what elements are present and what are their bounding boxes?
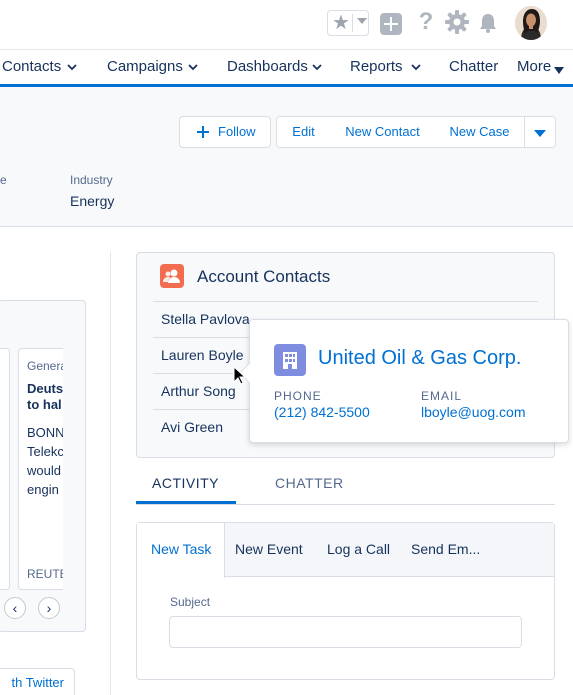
tab-chatter[interactable]: CHATTER	[275, 475, 344, 491]
help-icon[interactable]: ?	[413, 9, 439, 35]
avatar[interactable]	[515, 6, 547, 40]
tab-bar: ACTIVITY CHATTER	[136, 467, 555, 505]
email-label: EMAIL	[421, 389, 463, 403]
field-label-partial: e	[0, 173, 7, 187]
caret-down-icon	[534, 130, 546, 137]
star-icon[interactable]: ★	[332, 12, 350, 34]
nav-item-reports[interactable]: Reports	[350, 58, 403, 75]
plus-icon[interactable]	[380, 13, 402, 35]
plus-icon	[197, 126, 209, 138]
global-header: ★ ?	[0, 0, 573, 49]
sign-in-with-twitter-button[interactable]: th Twitter	[0, 668, 75, 695]
bell-icon[interactable]	[476, 11, 502, 37]
tab-new-event[interactable]: New Event	[235, 541, 303, 557]
next-button[interactable]: ›	[38, 597, 60, 619]
subject-input[interactable]	[169, 616, 522, 648]
nav-item-contacts[interactable]: Contacts	[2, 58, 61, 75]
news-card[interactable]: Genera Deutsto hal BONN Telekc would eng…	[18, 348, 63, 590]
news-body: BONN Telekc would engin	[27, 423, 63, 499]
account-name-link[interactable]: United Oil & Gas Corp.	[318, 347, 521, 370]
contact-name[interactable]: Stella Pavlova	[161, 311, 250, 327]
industry-value: Energy	[70, 193, 115, 209]
account-contacts-title[interactable]: Account Contacts	[197, 267, 330, 287]
contact-name[interactable]: Lauren Boyle	[161, 347, 244, 363]
mouse-cursor-icon	[233, 366, 247, 385]
tab-activity[interactable]: ACTIVITY	[152, 475, 219, 491]
composer-tab-bar: New Task New Event Log a Call Send Em...	[137, 523, 554, 578]
news-body-line: engin	[27, 482, 59, 497]
new-case-button[interactable]: New Case	[435, 116, 525, 148]
chevron-down-icon[interactable]	[312, 62, 322, 72]
news-title[interactable]: Deuts to hal	[27, 381, 63, 413]
news-body-line: BONN	[27, 425, 63, 440]
email-link[interactable]: lboyle@uog.com	[421, 404, 526, 420]
follow-button[interactable]: Follow	[179, 116, 271, 148]
account-hover-popover	[249, 319, 569, 443]
news-card[interactable]	[0, 348, 10, 590]
previous-button[interactable]: ‹	[4, 597, 26, 619]
follow-label: Follow	[218, 124, 256, 139]
new-contact-button[interactable]: New Contact	[330, 116, 436, 148]
favorites-button[interactable]: ★	[327, 10, 369, 36]
more-actions-button[interactable]	[524, 116, 556, 148]
account-icon	[274, 344, 306, 376]
news-source: REUTE	[27, 567, 63, 581]
chevron-down-icon[interactable]	[188, 62, 198, 72]
edit-button[interactable]: Edit	[276, 116, 331, 148]
chevron-down-icon[interactable]	[67, 62, 77, 72]
phone-link[interactable]: (212) 842-5500	[274, 404, 370, 420]
gear-icon[interactable]	[444, 9, 470, 35]
column-divider	[110, 252, 111, 695]
tab-new-task[interactable]: New Task	[151, 541, 211, 557]
tab-log-a-call[interactable]: Log a Call	[327, 541, 390, 557]
chevron-down-icon[interactable]	[411, 62, 421, 72]
active-tab-indicator	[136, 501, 236, 504]
contact-name[interactable]: Avi Green	[161, 419, 223, 435]
news-category: Genera	[27, 359, 63, 373]
news-body-line: would	[27, 463, 61, 478]
phone-label: PHONE	[274, 389, 322, 403]
nav-item-dashboards[interactable]: Dashboards	[227, 58, 308, 75]
news-body-line: Telekc	[27, 444, 63, 459]
nav-item-chatter[interactable]: Chatter	[449, 58, 498, 75]
contacts-icon	[160, 264, 184, 288]
industry-label: Industry	[70, 173, 113, 187]
subject-label: Subject	[170, 595, 211, 609]
contact-name[interactable]: Arthur Song	[161, 383, 236, 399]
nav-item-campaigns[interactable]: Campaigns	[107, 58, 183, 75]
chevron-down-icon[interactable]	[357, 18, 367, 24]
nav-bar: Contacts Campaigns Dashboards Reports Ch…	[0, 49, 573, 87]
nav-item-more[interactable]: More	[517, 58, 551, 75]
tab-send-email[interactable]: Send Em...	[411, 541, 480, 557]
caret-down-icon[interactable]	[554, 67, 564, 74]
divider	[352, 14, 353, 32]
